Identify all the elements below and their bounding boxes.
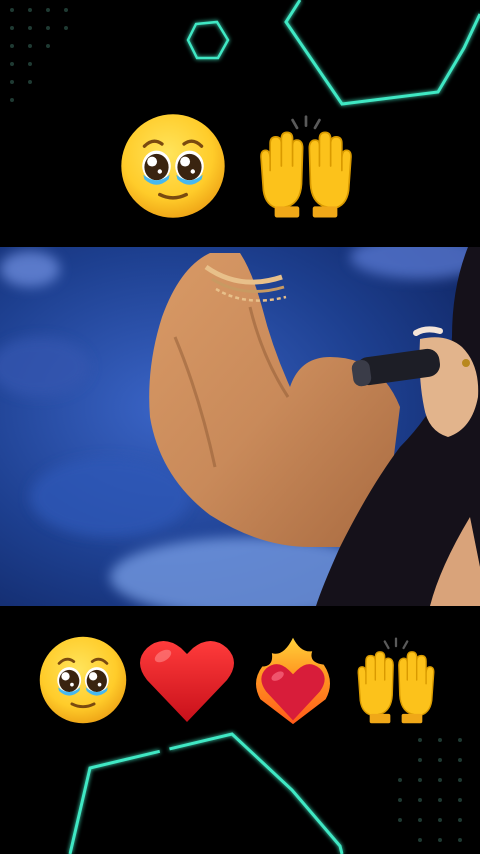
large-hexagon-outline-top — [284, 0, 480, 106]
red-heart-emoji — [140, 641, 234, 722]
video-frame[interactable] — [0, 247, 480, 606]
raising-hands-emoji — [260, 115, 352, 218]
top-emoji-row — [0, 108, 480, 224]
small-hexagon-outline — [186, 20, 230, 60]
pleading-face-emoji — [39, 636, 127, 724]
dot-grid-top-left — [10, 8, 68, 102]
large-hexagon-outline-bottom — [68, 732, 344, 854]
pleading-face-emoji — [121, 114, 225, 218]
raising-hands-emoji — [357, 637, 435, 724]
dot-grid-bottom-right — [398, 738, 462, 842]
heart-on-fire-emoji — [255, 637, 331, 725]
singer-video-still — [0, 247, 480, 606]
bottom-emoji-row — [0, 630, 480, 730]
